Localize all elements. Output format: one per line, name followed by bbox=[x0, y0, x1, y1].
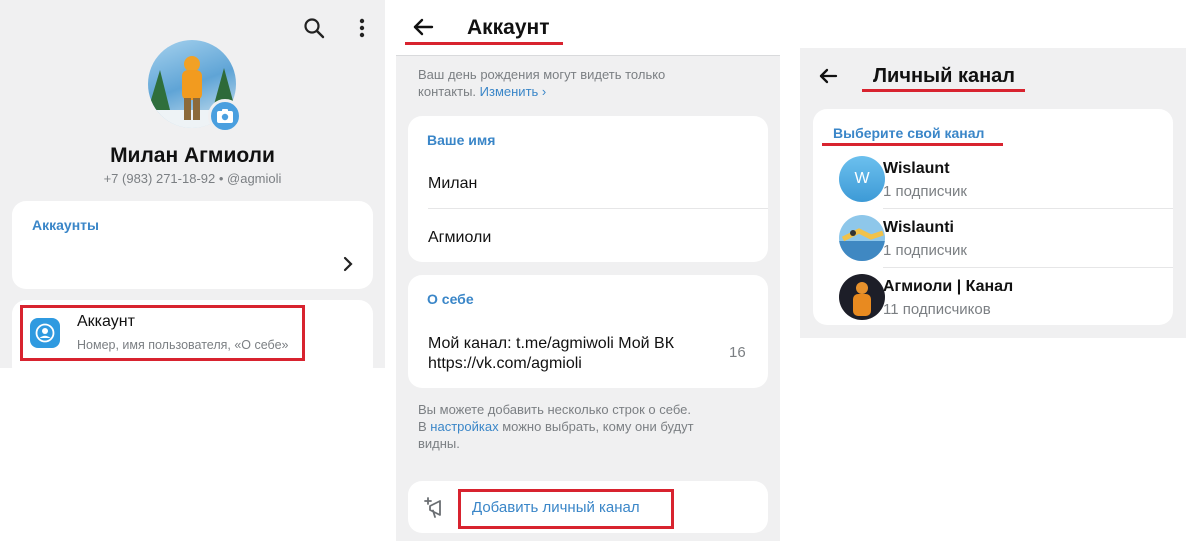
channel-avatar: W bbox=[839, 156, 885, 202]
first-name-field[interactable]: Милан bbox=[428, 175, 477, 193]
channel-item[interactable]: Wislaunti 1 подписчик bbox=[813, 211, 1173, 267]
channel-subscribers: 11 подписчиков bbox=[883, 301, 991, 318]
account-header-bar: Аккаунт bbox=[396, 0, 780, 56]
channel-item[interactable]: Агмиоли | Канал 11 подписчиков bbox=[813, 270, 1173, 326]
channel-avatar bbox=[839, 215, 885, 261]
profile-meta: +7 (983) 271-18-92 • @agmioli bbox=[103, 171, 282, 186]
page-title: Аккаунт bbox=[467, 16, 550, 39]
accounts-card: Аккаунты bbox=[12, 201, 373, 289]
channel-subscribers: 1 подписчик bbox=[883, 242, 967, 259]
chevron-right-icon[interactable] bbox=[342, 256, 354, 277]
megaphone-add-icon bbox=[424, 495, 450, 526]
channel-avatar bbox=[839, 274, 885, 320]
back-arrow-icon[interactable] bbox=[412, 17, 434, 42]
back-arrow-icon[interactable] bbox=[818, 67, 838, 90]
profile-name: Милан Агмиоли bbox=[110, 144, 275, 167]
channel-section-header: Выберите свой канал bbox=[833, 125, 985, 141]
divider bbox=[883, 267, 1173, 268]
name-section-header: Ваше имя bbox=[427, 132, 496, 148]
accounts-header: Аккаунты bbox=[32, 217, 99, 233]
camera-icon[interactable] bbox=[208, 99, 242, 133]
divider bbox=[428, 208, 768, 209]
about-text-field[interactable]: Мой канал: t.me/agmiwoli Мой ВК https://… bbox=[428, 334, 674, 374]
about-card: О себе Мой канал: t.me/agmiwoli Мой ВК h… bbox=[408, 275, 768, 388]
more-vertical-icon[interactable] bbox=[350, 16, 374, 40]
personal-channel-panel: Личный канал Выберите свой канал W Wisla… bbox=[800, 48, 1186, 338]
divider bbox=[883, 208, 1173, 209]
highlight-box bbox=[20, 305, 305, 361]
search-icon[interactable] bbox=[302, 16, 326, 40]
page-title: Личный канал bbox=[873, 65, 1015, 87]
last-name-field[interactable]: Агмиоли bbox=[428, 229, 491, 247]
title-underline bbox=[405, 42, 563, 45]
name-card: Ваше имя Милан Агмиоли bbox=[408, 116, 768, 262]
birthday-change-link[interactable]: Изменить bbox=[480, 84, 539, 99]
channel-list-card: Выберите свой канал W Wislaunt 1 подписч… bbox=[813, 109, 1173, 325]
channel-name: Агмиоли | Канал bbox=[883, 278, 1014, 295]
profile-panel: Милан Агмиоли +7 (983) 271-18-92 • @agmi… bbox=[0, 0, 385, 368]
title-underline bbox=[862, 89, 1025, 92]
channel-name: Wislaunt bbox=[883, 160, 950, 177]
about-char-counter: 16 bbox=[729, 344, 746, 361]
highlight-box bbox=[458, 489, 674, 529]
birthday-note: Ваш день рождения могут видеть только ко… bbox=[418, 67, 666, 99]
section-underline bbox=[822, 143, 1003, 146]
channel-name: Wislaunti bbox=[883, 219, 954, 236]
about-header: О себе bbox=[427, 291, 474, 307]
about-hint: Вы можете добавить несколько строк о себ… bbox=[418, 402, 694, 451]
settings-link[interactable]: настройках bbox=[430, 419, 498, 434]
account-panel: Аккаунт Ваш день рождения могут видеть т… bbox=[396, 0, 780, 541]
channel-item[interactable]: W Wislaunt 1 подписчик bbox=[813, 152, 1173, 208]
channel-subscribers: 1 подписчик bbox=[883, 183, 967, 200]
